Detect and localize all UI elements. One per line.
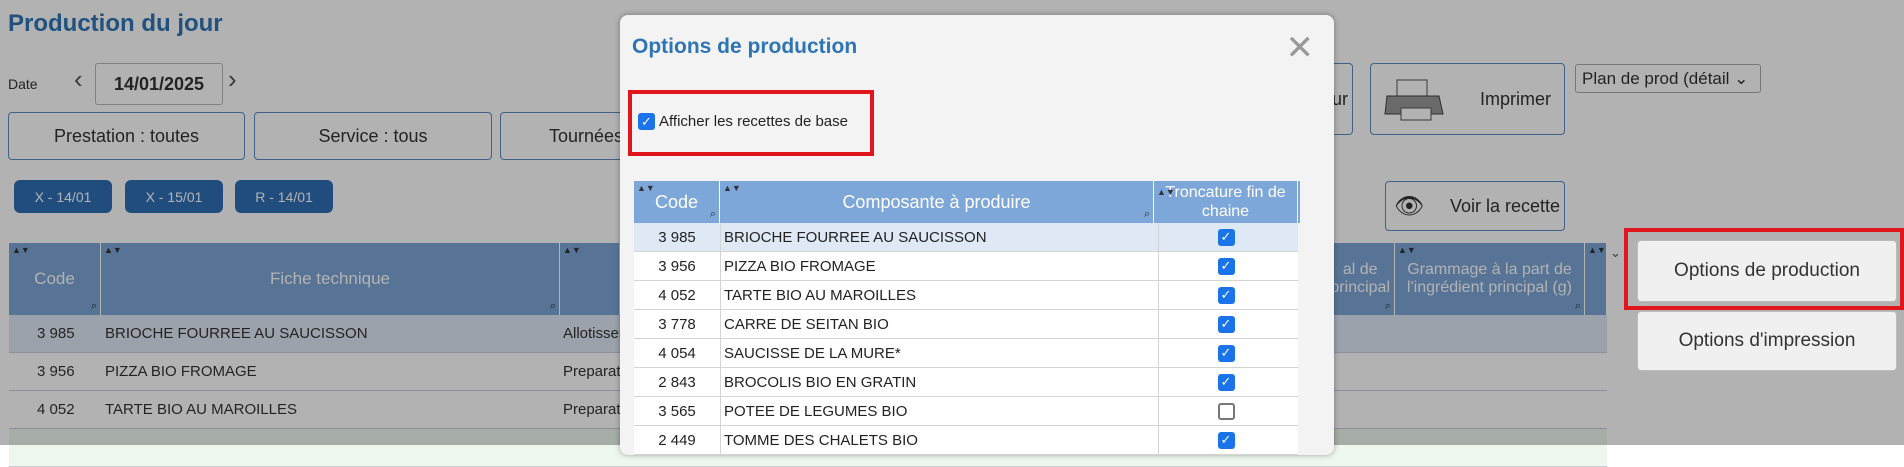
dialog-table-row[interactable]: 4 054 SAUCISSE DE LA MURE* ✓ [634,339,1298,368]
truncation-checkbox[interactable]: ✓ [1217,228,1235,246]
dialog-col-code[interactable]: ▲▼ Code ⌕ [634,181,720,223]
production-options-dialog: Options de production ✕ ✓ Afficher les r… [620,15,1334,455]
dialog-col-truncation[interactable]: ▲▼ Troncature fin de chaine [1154,181,1298,223]
close-icon[interactable]: ✕ [1286,31,1315,65]
print-options-button[interactable]: Options d'impression [1637,311,1897,371]
dialog-table-row[interactable]: 2 843 BROCOLIS BIO EN GRATIN ✓ [634,368,1298,397]
truncation-checkbox[interactable]: ✓ [1217,315,1235,333]
dialog-title: Options de production [632,35,858,58]
dialog-table-row[interactable]: 2 449 TOMME DES CHALETS BIO ✓ [634,426,1298,455]
show-base-recipes-label: Afficher les recettes de base [659,113,848,130]
truncation-checkbox[interactable]: ✓ [1217,373,1235,391]
dialog-col-component[interactable]: ▲▼ Composante à produire ⌕ [720,181,1154,223]
show-base-recipes[interactable]: ✓ Afficher les recettes de base [638,113,848,130]
dialog-table-row[interactable]: 4 052 TARTE BIO AU MAROILLES ✓ [634,281,1298,310]
show-base-recipes-checkbox[interactable]: ✓ [638,113,655,130]
dialog-table-row[interactable]: 3 565 POTEE DE LEGUMES BIO [634,397,1298,426]
dialog-table-row[interactable]: 3 778 CARRE DE SEITAN BIO ✓ [634,310,1298,339]
dialog-table-row[interactable]: 3 985 BRIOCHE FOURREE AU SAUCISSON ✓ [634,223,1298,252]
truncation-checkbox[interactable] [1217,402,1235,420]
dialog-table-row[interactable]: 3 956 PIZZA BIO FROMAGE ✓ [634,252,1298,281]
truncation-checkbox[interactable]: ✓ [1217,286,1235,304]
truncation-checkbox[interactable]: ✓ [1217,431,1235,449]
truncation-checkbox[interactable]: ✓ [1217,344,1235,362]
production-options-button[interactable]: Options de production [1637,240,1897,302]
truncation-checkbox[interactable]: ✓ [1217,257,1235,275]
